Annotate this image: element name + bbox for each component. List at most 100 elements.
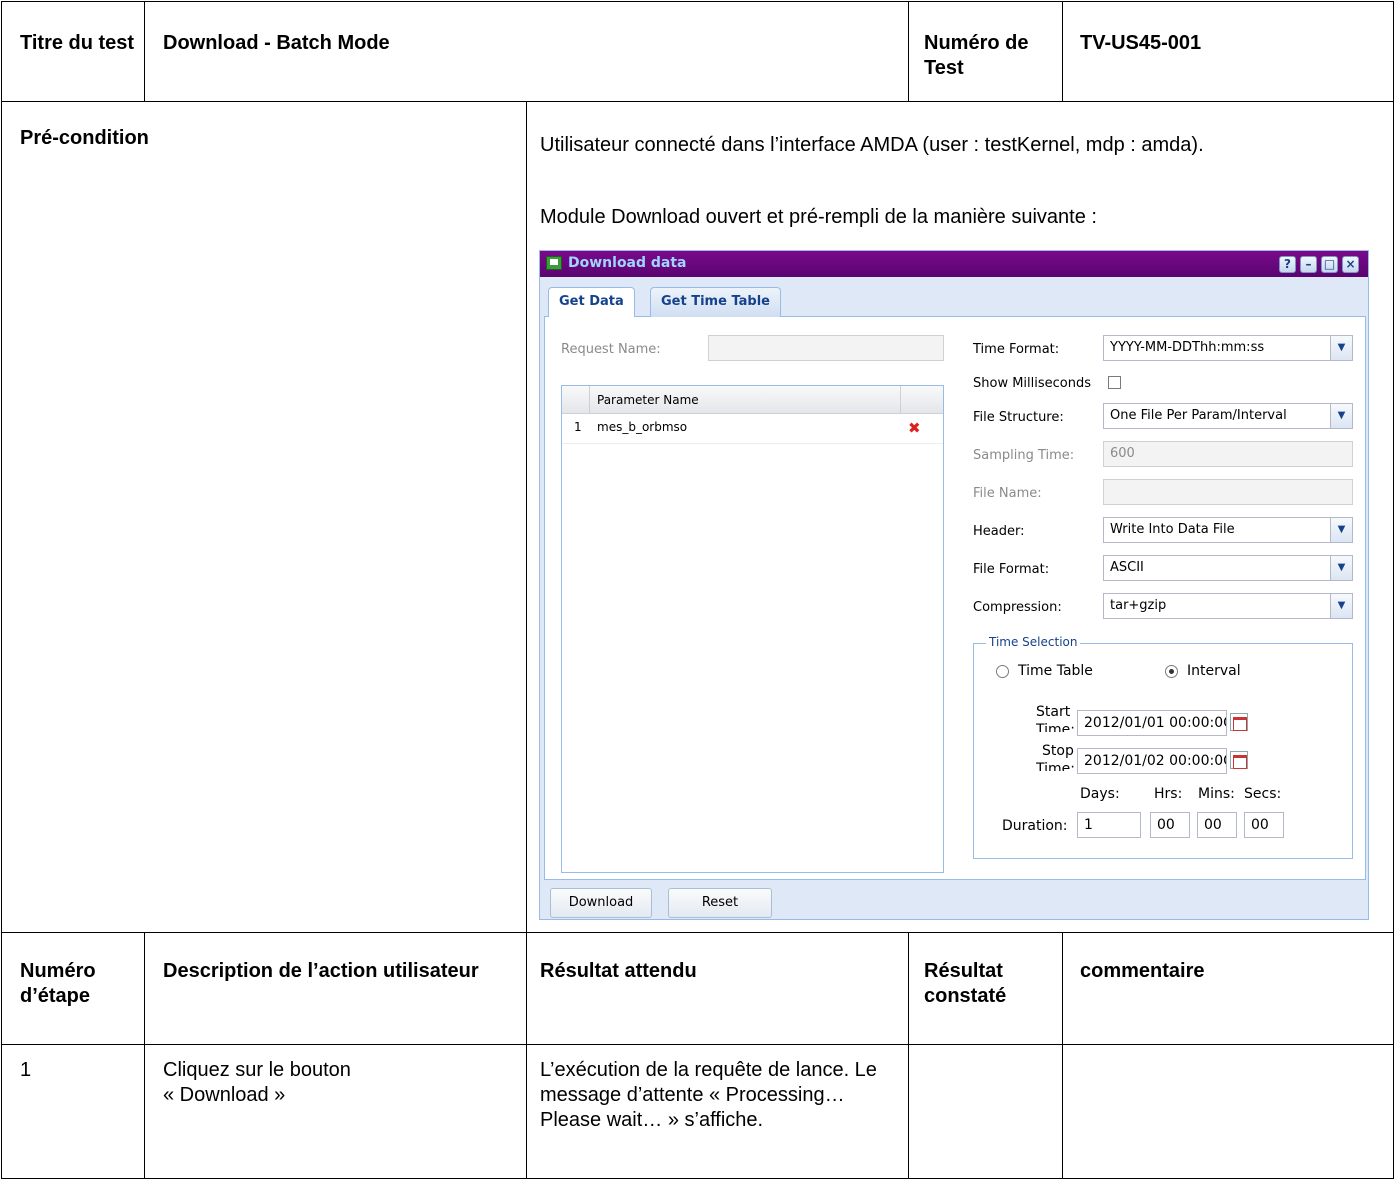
test-number-label: Numéro de Test bbox=[924, 32, 1029, 79]
get-data-panel: Request Name: Parameter Name 1 mes_b_orb… bbox=[544, 317, 1366, 880]
table-row[interactable]: 1 mes_b_orbmso ✖ bbox=[562, 414, 943, 444]
radio-interval[interactable] bbox=[1165, 665, 1178, 678]
col-header-step-number: Numéro d’étape bbox=[20, 960, 96, 1007]
parameter-grid: Parameter Name 1 mes_b_orbmso ✖ bbox=[561, 385, 944, 873]
header-value: Write Into Data File bbox=[1110, 522, 1235, 537]
request-name-label: Request Name: bbox=[561, 342, 661, 357]
time-selection-fieldset: Time Selection Time Table Interval Start… bbox=[973, 635, 1353, 859]
radio-time-table-label: Time Table bbox=[1018, 663, 1093, 679]
chevron-down-icon[interactable]: ▼ bbox=[1330, 404, 1352, 428]
window-title: Download data bbox=[568, 255, 687, 271]
chevron-down-icon[interactable]: ▼ bbox=[1330, 336, 1352, 360]
file-structure-value: One File Per Param/Interval bbox=[1110, 408, 1287, 423]
table-col-a-top bbox=[144, 1, 145, 102]
table-col-mid bbox=[526, 101, 527, 1179]
calendar-icon[interactable] bbox=[1230, 713, 1248, 731]
step-action-line-1: Cliquez sur le bouton bbox=[163, 1059, 351, 1081]
stop-time-label-2: Time: bbox=[1036, 761, 1075, 771]
show-ms-label: Show Milliseconds bbox=[973, 376, 1092, 391]
test-title-label: Titre du test bbox=[20, 32, 135, 54]
file-name-input[interactable] bbox=[1103, 479, 1353, 505]
grid-header: Parameter Name bbox=[562, 386, 943, 414]
time-format-select[interactable]: YYYY-MM-DDThh:mm:ss ▼ bbox=[1103, 335, 1353, 361]
test-title-value: Download - Batch Mode bbox=[163, 32, 390, 54]
secs-label: Secs: bbox=[1244, 786, 1282, 802]
download-window: Download data ? – □ × Get Data Get Time … bbox=[539, 250, 1369, 920]
show-ms-checkbox[interactable] bbox=[1108, 376, 1121, 389]
time-format-value: YYYY-MM-DDThh:mm:ss bbox=[1110, 340, 1265, 355]
table-divider-2 bbox=[1, 932, 1394, 933]
start-time-label-2: Time: bbox=[1036, 722, 1075, 732]
window-titlebar: Download data ? – □ × bbox=[540, 251, 1368, 277]
maximize-button[interactable]: □ bbox=[1321, 256, 1338, 273]
grid-header-parameter-name: Parameter Name bbox=[597, 393, 699, 407]
table-col-b-bottom bbox=[908, 932, 909, 1179]
request-name-input[interactable] bbox=[708, 335, 944, 361]
col-header-comment: commentaire bbox=[1080, 960, 1205, 982]
header-select[interactable]: Write Into Data File ▼ bbox=[1103, 517, 1353, 543]
table-border-right bbox=[1393, 1, 1394, 1179]
hrs-label: Hrs: bbox=[1154, 786, 1183, 802]
col-header-observed: Résultat constaté bbox=[924, 960, 1007, 1007]
precondition-label: Pré-condition bbox=[20, 127, 149, 149]
step-expected: L’exécution de la requête de lance. Le m… bbox=[540, 1059, 877, 1131]
stop-time-label-1: Stop bbox=[1042, 743, 1074, 759]
radio-interval-label: Interval bbox=[1187, 663, 1241, 679]
download-button[interactable]: Download bbox=[550, 888, 652, 918]
close-button[interactable]: × bbox=[1342, 256, 1359, 273]
duration-label: Duration: bbox=[1002, 818, 1068, 834]
compression-label: Compression: bbox=[973, 600, 1062, 615]
step-action: Cliquez sur le bouton « Download » bbox=[163, 1058, 503, 1108]
duration-hrs-input[interactable]: 00 bbox=[1150, 812, 1190, 838]
help-button[interactable]: ? bbox=[1279, 256, 1296, 273]
grid-col-divider bbox=[589, 386, 590, 413]
download-window-icon bbox=[546, 256, 562, 270]
file-format-value: ASCII bbox=[1110, 560, 1144, 575]
grid-col-divider bbox=[900, 386, 901, 413]
sampling-time-input[interactable]: 600 bbox=[1103, 441, 1353, 467]
duration-mins-input[interactable]: 00 bbox=[1197, 812, 1237, 838]
table-col-b-top bbox=[908, 1, 909, 102]
chevron-down-icon[interactable]: ▼ bbox=[1330, 594, 1352, 618]
file-structure-label: File Structure: bbox=[973, 410, 1064, 425]
radio-time-table[interactable] bbox=[996, 665, 1009, 678]
file-name-label: File Name: bbox=[973, 486, 1042, 501]
button-bar: Download Reset bbox=[544, 880, 1366, 919]
table-col-c-top bbox=[1062, 1, 1063, 102]
calendar-icon[interactable] bbox=[1230, 751, 1248, 769]
start-time-input[interactable]: 2012/01/01 00:00:0C bbox=[1077, 710, 1227, 736]
precondition-text-1: Utilisateur connecté dans l’interface AM… bbox=[540, 134, 1204, 156]
stop-time-input[interactable]: 2012/01/02 00:00:0C bbox=[1077, 748, 1227, 774]
duration-secs-input[interactable]: 00 bbox=[1244, 812, 1284, 838]
compression-select[interactable]: tar+gzip ▼ bbox=[1103, 593, 1353, 619]
tab-get-data[interactable]: Get Data bbox=[548, 287, 635, 318]
file-format-select[interactable]: ASCII ▼ bbox=[1103, 555, 1353, 581]
file-structure-select[interactable]: One File Per Param/Interval ▼ bbox=[1103, 403, 1353, 429]
days-label: Days: bbox=[1080, 786, 1120, 802]
chevron-down-icon[interactable]: ▼ bbox=[1330, 556, 1352, 580]
minimize-button[interactable]: – bbox=[1300, 256, 1317, 273]
tab-strip: Get Data Get Time Table bbox=[544, 285, 1366, 318]
table-col-c-bottom bbox=[1062, 932, 1063, 1179]
step-action-line-2: « Download » bbox=[163, 1084, 286, 1106]
time-format-label: Time Format: bbox=[973, 342, 1060, 357]
file-format-label: File Format: bbox=[973, 562, 1050, 577]
step-number: 1 bbox=[20, 1059, 32, 1081]
mins-label: Mins: bbox=[1198, 786, 1235, 802]
compression-value: tar+gzip bbox=[1110, 598, 1167, 613]
time-selection-legend: Time Selection bbox=[986, 635, 1081, 649]
sampling-time-label: Sampling Time: bbox=[973, 448, 1075, 463]
precondition-text-2: Module Download ouvert et pré-rempli de … bbox=[540, 206, 1097, 228]
start-time-label-1: Start bbox=[1036, 704, 1071, 720]
col-header-action: Description de l’action utilisateur bbox=[163, 960, 479, 982]
table-border-top bbox=[1, 1, 1394, 2]
col-header-expected: Résultat attendu bbox=[540, 960, 697, 982]
duration-days-input[interactable]: 1 bbox=[1077, 812, 1141, 838]
test-number-value: TV-US45-001 bbox=[1080, 32, 1202, 54]
table-divider-1 bbox=[1, 101, 1394, 102]
table-divider-3 bbox=[1, 1044, 1394, 1045]
tab-get-time-table[interactable]: Get Time Table bbox=[650, 287, 781, 317]
reset-button[interactable]: Reset bbox=[668, 888, 772, 918]
chevron-down-icon[interactable]: ▼ bbox=[1330, 518, 1352, 542]
delete-icon[interactable]: ✖ bbox=[908, 419, 921, 437]
